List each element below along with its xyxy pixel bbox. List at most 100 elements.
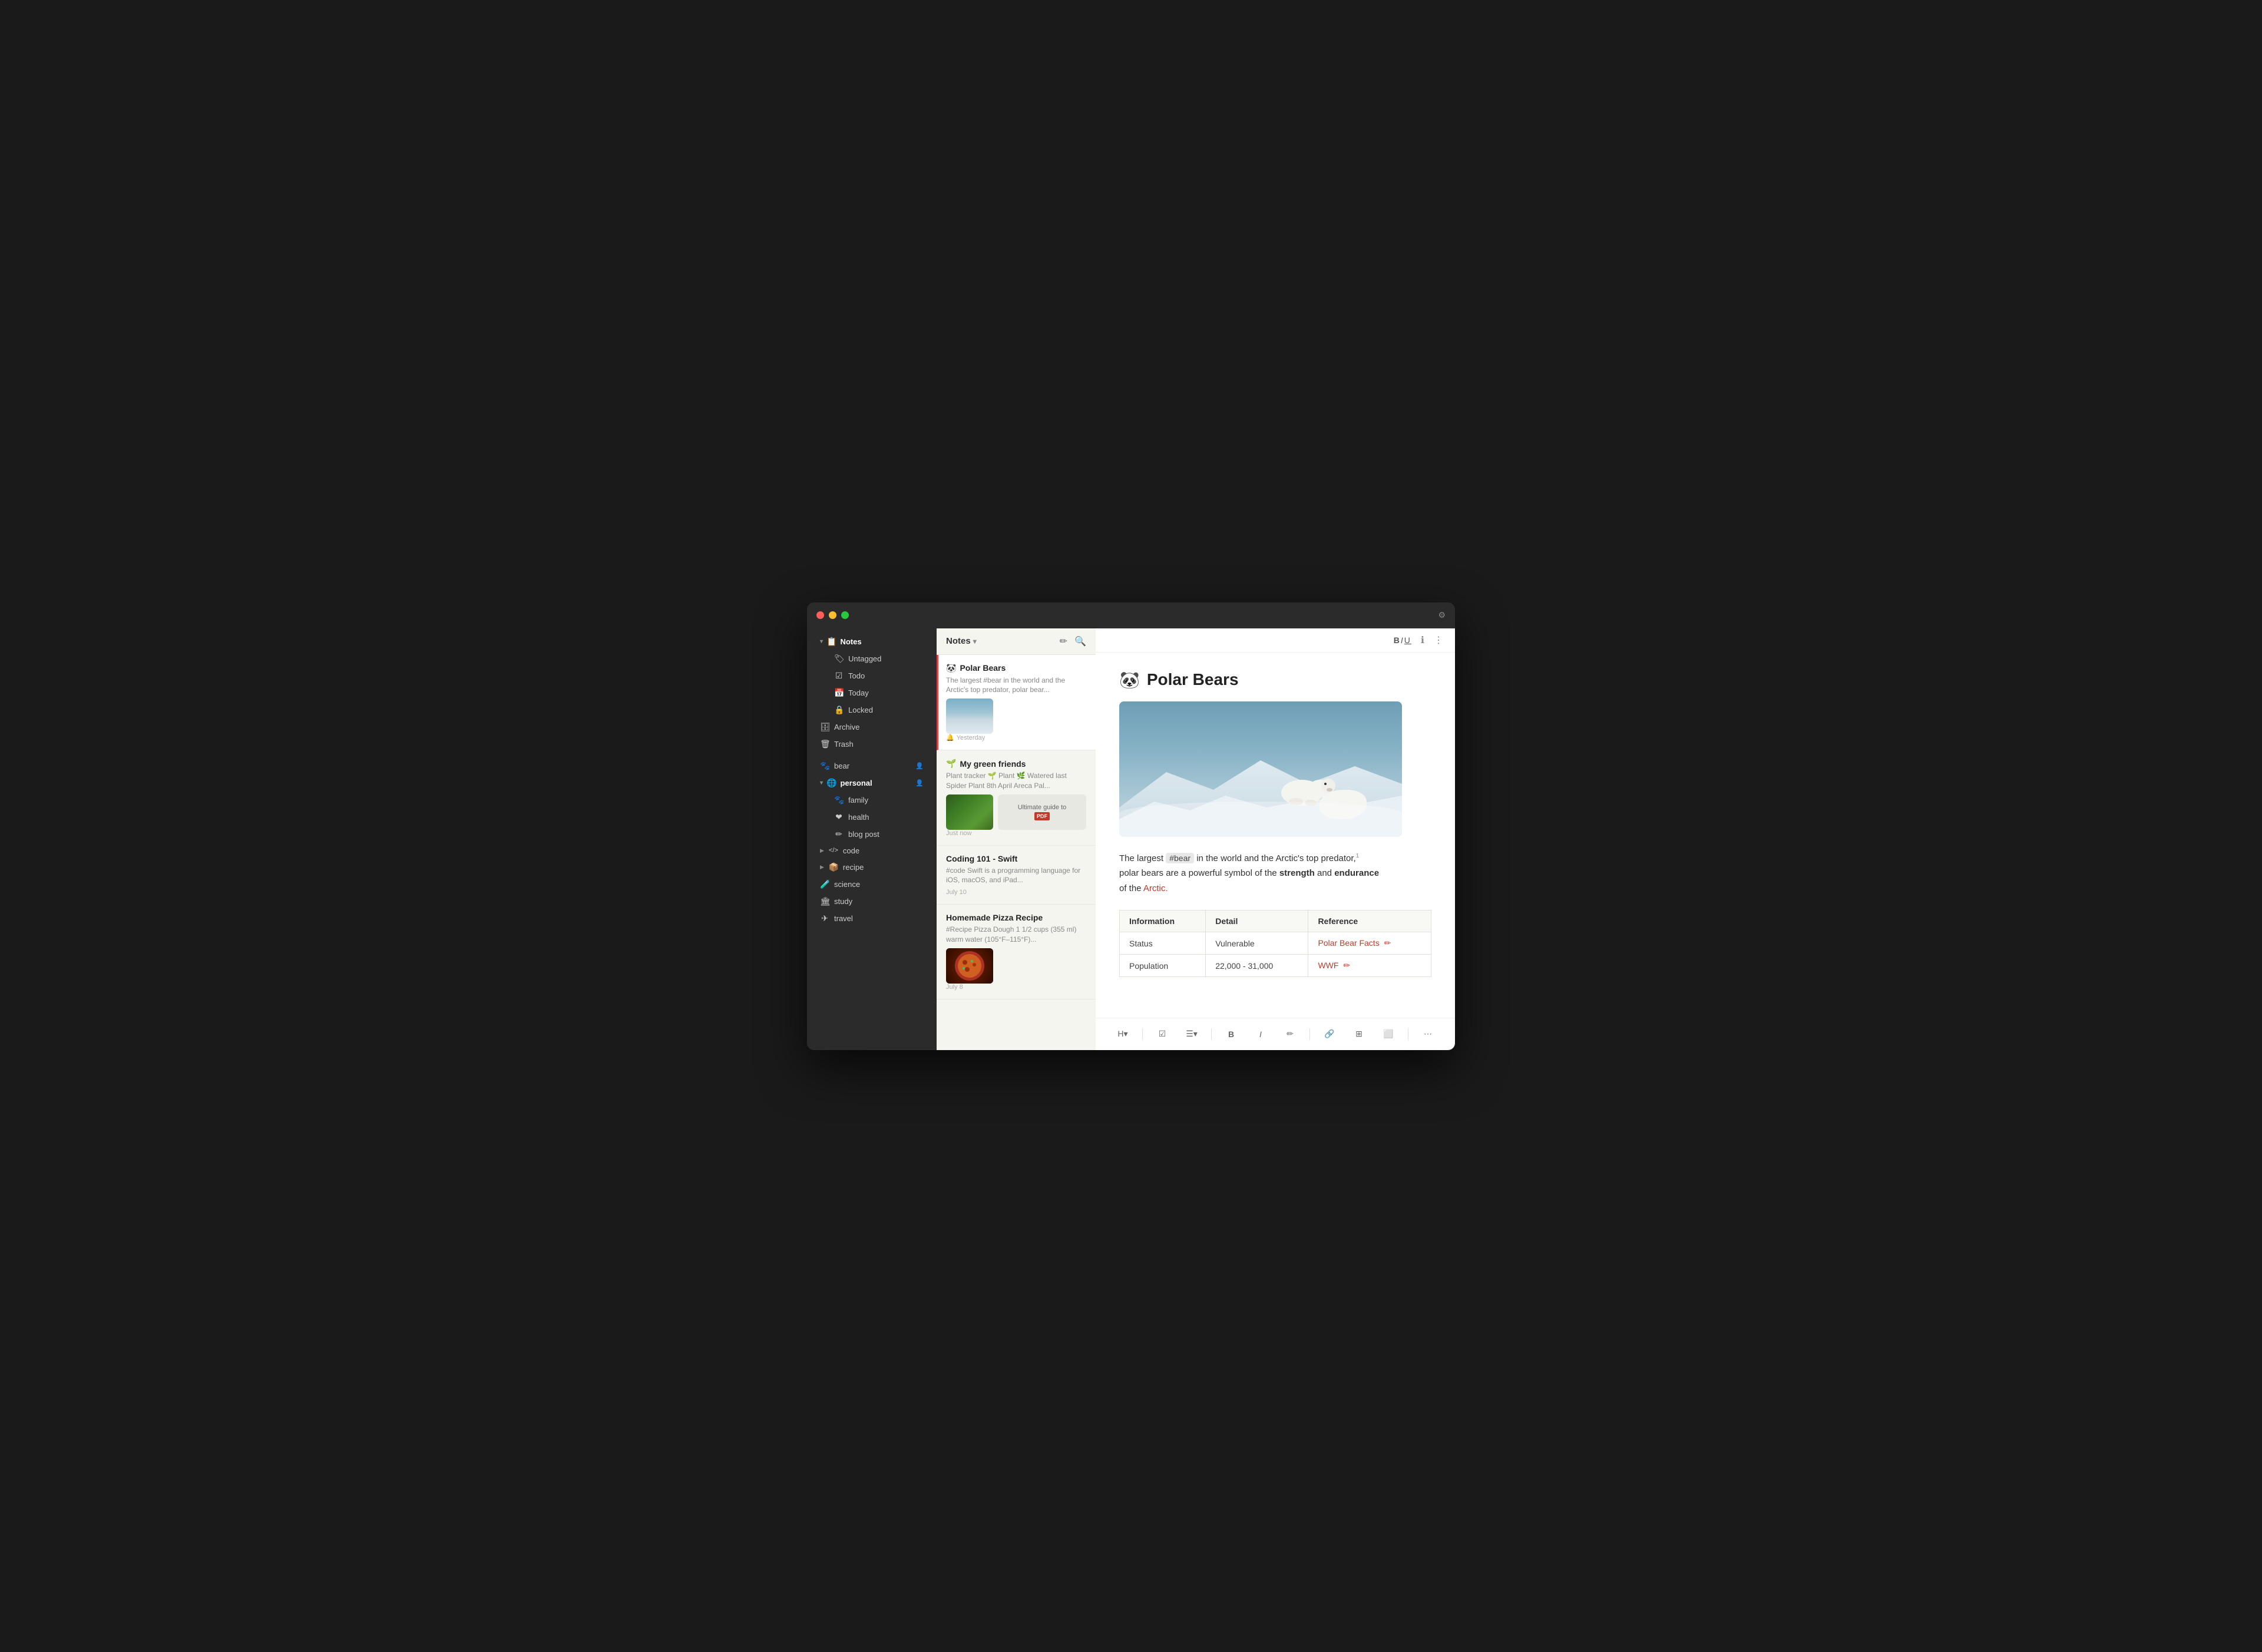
editor-title: 🐼 Polar Bears — [1119, 670, 1431, 690]
polar-bears-title-text: Polar Bears — [960, 663, 1006, 673]
pizza-img-bg — [946, 948, 993, 984]
table-cell-pop-ref[interactable]: WWF ✏ — [1308, 955, 1431, 977]
recipe-chevron-icon: ▶ — [820, 864, 824, 870]
todo-icon: ☑ — [834, 671, 844, 681]
sidebar-item-today[interactable]: 📅 Today — [811, 685, 933, 701]
note-list-header: Notes ▾ ✏ 🔍 — [937, 628, 1096, 655]
image-button[interactable]: ⬜ — [1378, 1024, 1398, 1044]
titlebar: ⚙ — [807, 602, 1455, 628]
sidebar-item-todo[interactable]: ☑ Todo — [811, 668, 933, 684]
note-card-coding[interactable]: Coding 101 - Swift #code Swift is a prog… — [937, 846, 1096, 905]
coding-title-text: Coding 101 - Swift — [946, 854, 1017, 863]
polar-bears-thumbnail — [946, 698, 993, 734]
coding-date: July 10 — [946, 889, 1086, 896]
pdf-badge: PDF — [1034, 812, 1050, 820]
wwf-edit-icon[interactable]: ✏ — [1343, 961, 1350, 970]
sidebar-item-locked[interactable]: 🔒 Locked — [811, 702, 933, 718]
note-list-title-text: Notes — [946, 636, 971, 646]
note-editor: BIU ℹ ⋮ 🐼 Polar Bears — [1096, 628, 1455, 1050]
sidebar-item-family[interactable]: 🐾 family — [811, 792, 933, 808]
note-card-pizza[interactable]: Homemade Pizza Recipe #Recipe Pizza Doug… — [937, 905, 1096, 999]
editor-content[interactable]: 🐼 Polar Bears — [1096, 653, 1455, 1018]
table-button[interactable]: ⊞ — [1349, 1024, 1369, 1044]
sidebar-item-recipe[interactable]: ▶ 📦 recipe — [811, 859, 933, 875]
info-icon[interactable]: ℹ — [1421, 634, 1424, 646]
checkbox-button[interactable]: ☑ — [1152, 1024, 1172, 1044]
pizza-preview: #Recipe Pizza Dough 1 1/2 cups (355 ml) … — [946, 925, 1086, 945]
body-bold-endurance: endurance — [1334, 868, 1379, 878]
code-tag-icon: </> — [829, 847, 838, 854]
sidebar-item-personal[interactable]: ▾ 🌐 personal 👤 — [811, 775, 933, 791]
close-button[interactable] — [816, 611, 824, 619]
maximize-button[interactable] — [841, 611, 849, 619]
body-bold-strength: strength — [1279, 868, 1315, 878]
bear-tag-highlight[interactable]: #bear — [1166, 853, 1194, 863]
sidebar-item-health[interactable]: ❤ health — [811, 809, 933, 825]
table-header-information: Information — [1120, 911, 1206, 932]
pdf-thumbnail: Ultimate guide to PDF — [998, 794, 1086, 830]
sidebar-label-code: code — [843, 846, 859, 855]
personal-chevron-icon: ▾ — [820, 780, 823, 786]
sidebar-item-bear[interactable]: 🐾 bear 👤 — [811, 758, 933, 774]
code-chevron-icon: ▶ — [820, 847, 824, 854]
sidebar-item-trash[interactable]: 🗑 Trash — [811, 736, 933, 752]
family-tag-icon: 🐾 — [834, 795, 844, 805]
settings-icon[interactable]: ⚙ — [1438, 610, 1446, 620]
bold-biu-label[interactable]: B — [1394, 635, 1401, 645]
note-card-title-green-friends: 🌱 My green friends — [946, 759, 1086, 769]
bold-button[interactable]: B — [1221, 1024, 1241, 1044]
sidebar-item-science[interactable]: 🧪 science — [811, 876, 933, 892]
heading-button[interactable]: H▾ — [1113, 1024, 1133, 1044]
note-card-green-friends[interactable]: 🌱 My green friends Plant tracker 🌱 Plant… — [937, 750, 1096, 846]
polar-bear-facts-edit-icon[interactable]: ✏ — [1384, 938, 1391, 948]
sidebar-label-archive: Archive — [834, 723, 859, 731]
sidebar-label-blog-post: blog post — [848, 830, 879, 839]
note-card-polar-bears[interactable]: 🐼 Polar Bears The largest #bear in the w… — [937, 655, 1096, 751]
polar-bears-preview: The largest #bear in the world and the A… — [946, 676, 1086, 696]
sidebar-label-personal: personal — [840, 779, 872, 787]
sidebar-label-todo: Todo — [848, 671, 865, 680]
body-line2-mid: and — [1315, 868, 1334, 878]
sidebar-item-archive[interactable]: 🗄 Archive — [811, 719, 933, 735]
search-icon[interactable]: 🔍 — [1074, 635, 1086, 647]
traffic-lights — [816, 611, 849, 619]
minimize-button[interactable] — [829, 611, 836, 619]
highlight-button[interactable]: ✏ — [1280, 1024, 1300, 1044]
editor-toolbar-top: BIU ℹ ⋮ — [1096, 628, 1455, 653]
table-cell-status-detail: Vulnerable — [1206, 932, 1308, 955]
sidebar-label-study: study — [834, 897, 852, 906]
sidebar-item-blog-post[interactable]: ✏ blog post — [811, 826, 933, 842]
link-button[interactable]: 🔗 — [1320, 1024, 1340, 1044]
editor-table: Information Detail Reference Status Vuln… — [1119, 910, 1431, 977]
note-card-title-pizza: Homemade Pizza Recipe — [946, 913, 1086, 922]
arctic-link[interactable]: Arctic. — [1143, 883, 1168, 893]
more-options-icon[interactable]: ⋮ — [1434, 634, 1443, 646]
polar-bears-emoji: 🐼 — [946, 663, 956, 673]
new-note-icon[interactable]: ✏ — [1060, 635, 1067, 647]
table-cell-status-ref[interactable]: Polar Bear Facts ✏ — [1308, 932, 1431, 955]
pizza-date-text: July 8 — [946, 984, 963, 991]
more-toolbar-button[interactable]: ⋯ — [1418, 1024, 1438, 1044]
main-content: ▾ 📋 Notes 🏷 Untagged ☑ Todo 📅 Today 🔒 Lo… — [807, 628, 1455, 1050]
note-card-title-polar-bears: 🐼 Polar Bears — [946, 663, 1086, 673]
sidebar-label-trash: Trash — [834, 740, 854, 749]
sidebar-item-study[interactable]: 🏛 study — [811, 893, 933, 909]
list-button[interactable]: ☰▾ — [1182, 1024, 1202, 1044]
table-cell-status-info: Status — [1120, 932, 1206, 955]
polar-bear-facts-link[interactable]: Polar Bear Facts — [1318, 938, 1379, 948]
wwf-link[interactable]: WWF — [1318, 961, 1338, 970]
green-friends-preview: Plant tracker 🌱 Plant 🌿 Watered last Spi… — [946, 771, 1086, 791]
sidebar-item-travel[interactable]: ✈ travel — [811, 911, 933, 926]
body-text-after-tag: in the world and the Arctic's top predat… — [1196, 853, 1356, 863]
underline-biu-label[interactable]: U — [1404, 635, 1411, 645]
sidebar-item-untagged[interactable]: 🏷 Untagged — [811, 651, 933, 667]
sidebar-notes-header[interactable]: ▾ 📋 Notes — [811, 634, 933, 650]
note-list: Notes ▾ ✏ 🔍 🐼 Polar Bears The largest #b… — [937, 628, 1096, 1050]
sidebar-label-untagged: Untagged — [848, 654, 881, 663]
sidebar-label-family: family — [848, 796, 868, 805]
footnote-1: 1 — [1356, 853, 1360, 859]
sidebar-item-code[interactable]: ▶ </> code — [811, 843, 933, 858]
pizza-title-text: Homemade Pizza Recipe — [946, 913, 1043, 922]
editor-body[interactable]: The largest #bear in the world and the A… — [1119, 851, 1431, 896]
italic-button[interactable]: I — [1251, 1024, 1271, 1044]
